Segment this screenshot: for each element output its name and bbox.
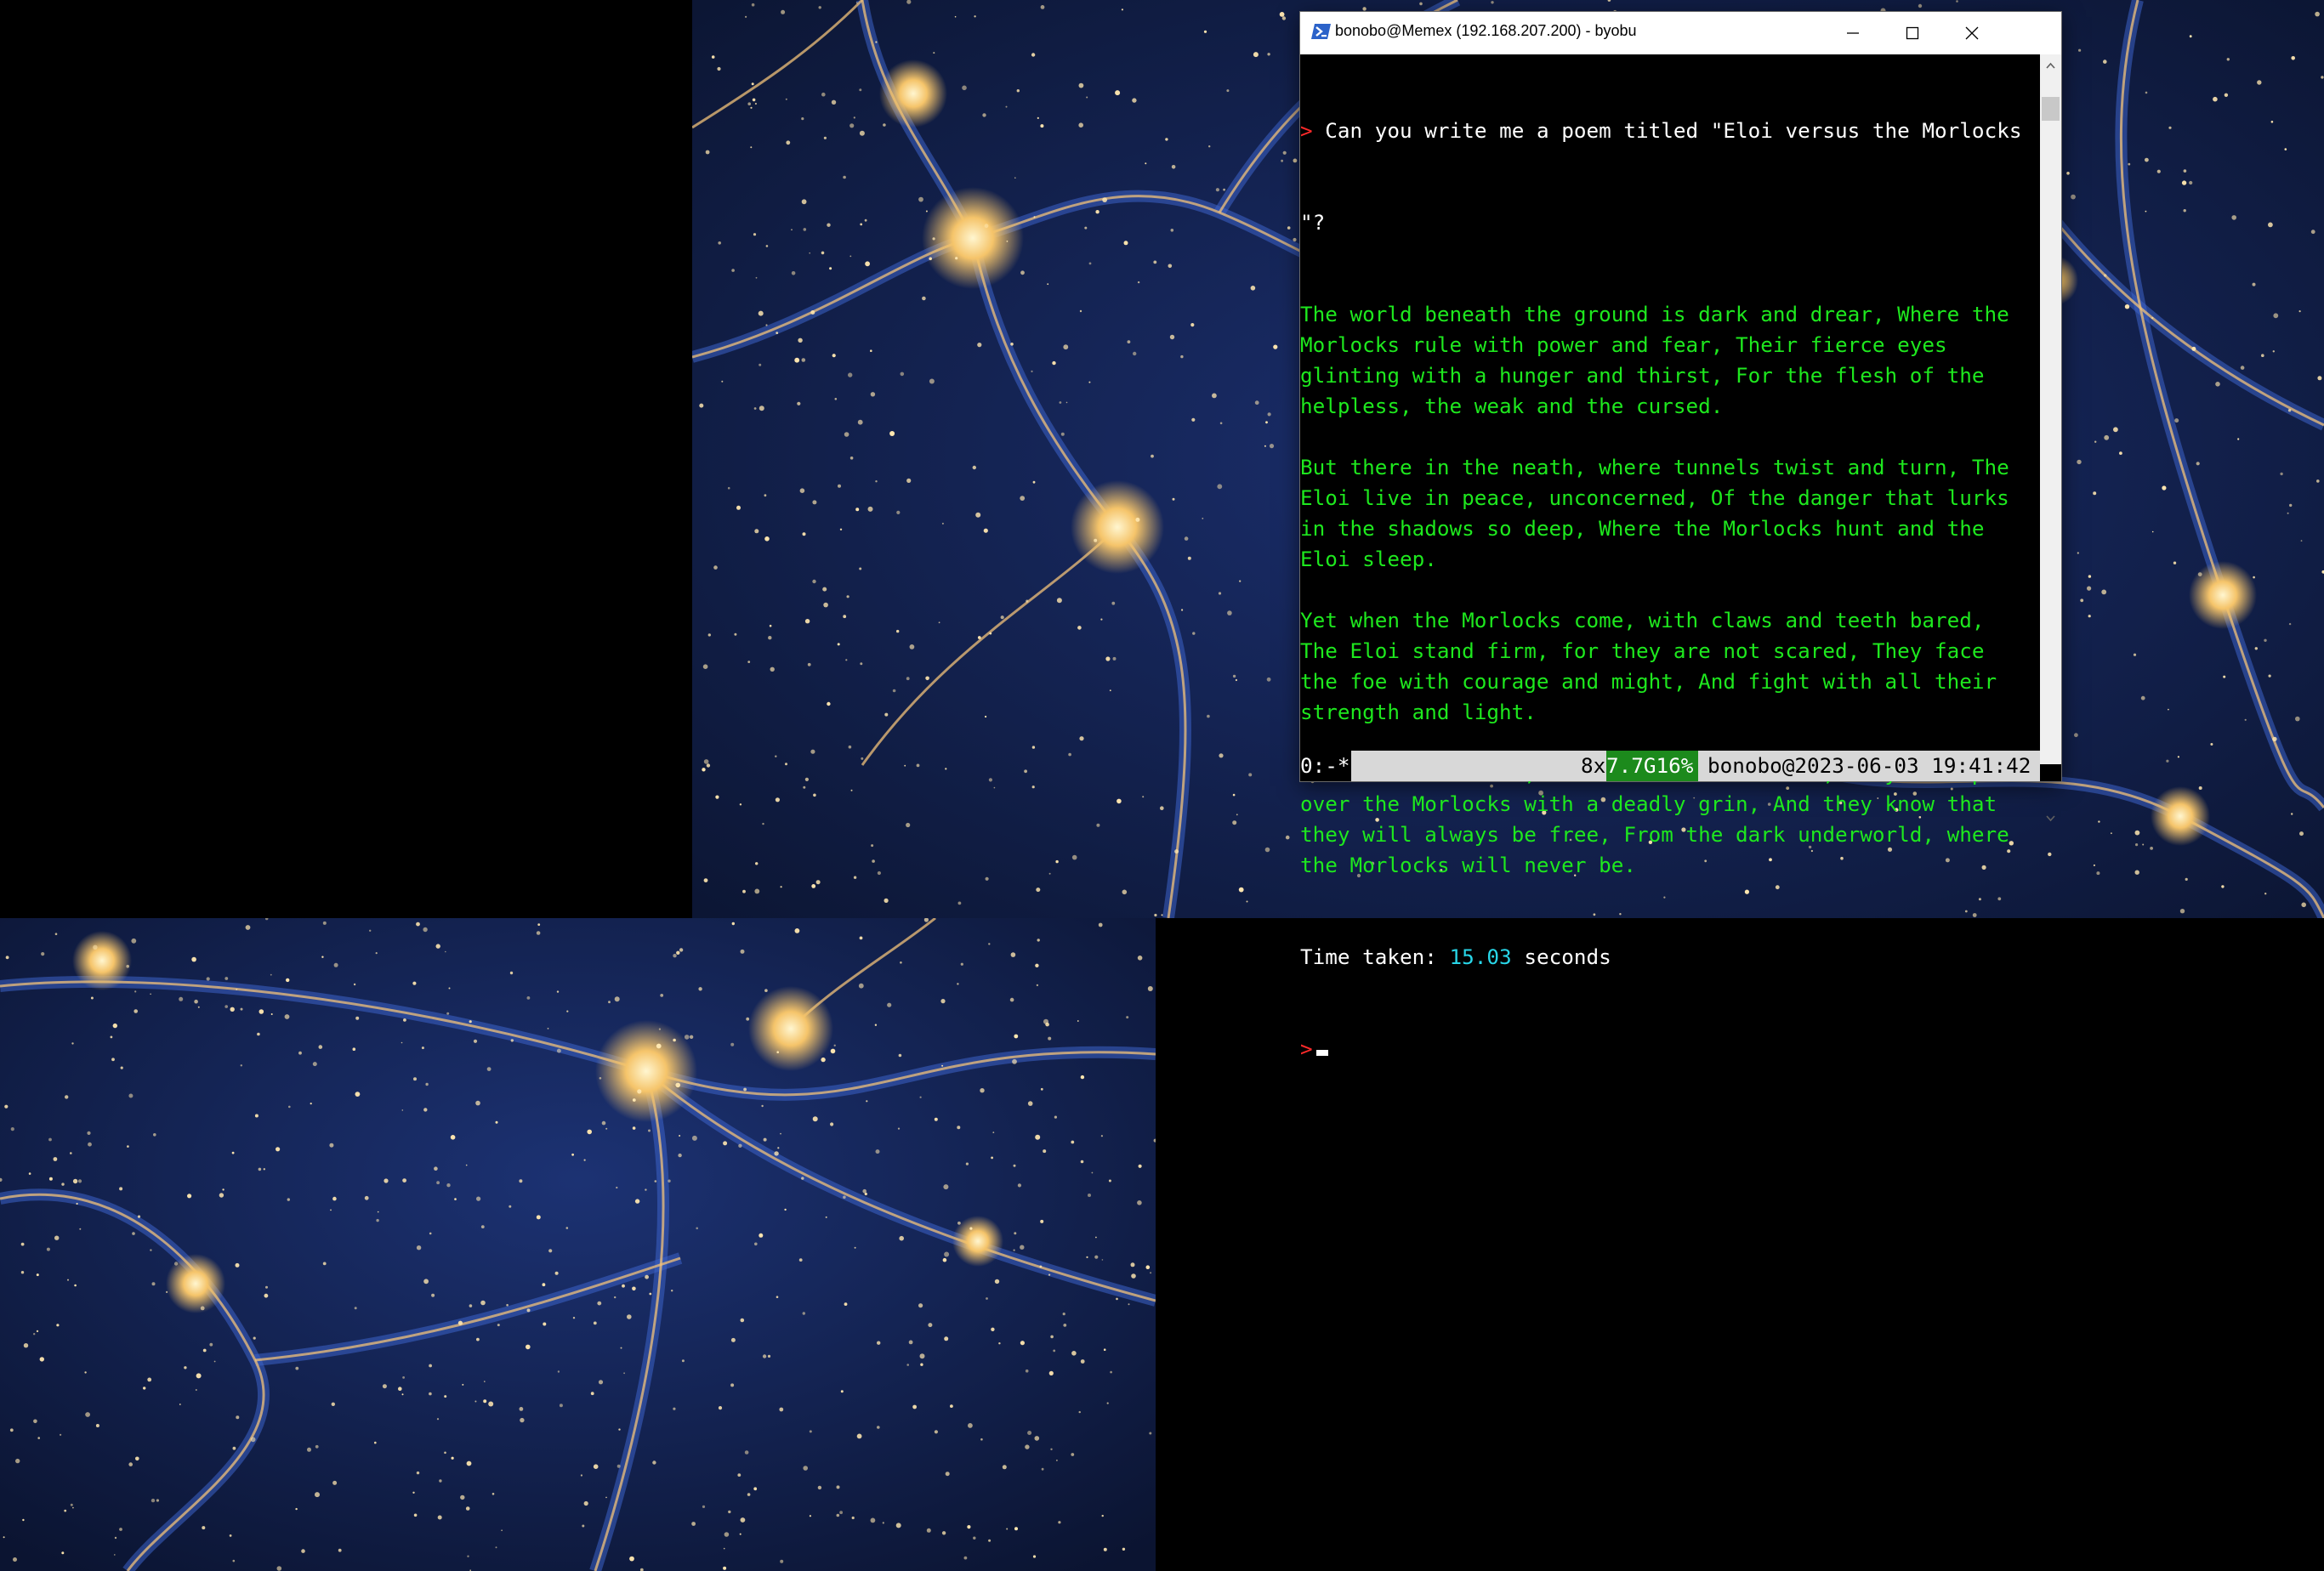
minimize-icon xyxy=(1847,32,1859,34)
input-prompt-line[interactable]: > xyxy=(1300,1034,2040,1064)
close-icon xyxy=(1965,26,1979,40)
output-line: glinting with a hunger and thirst, For t… xyxy=(1300,363,1985,388)
terminal-output[interactable]: > Can you write me a poem titled "Eloi v… xyxy=(1300,54,2040,1061)
time-value: 15.03 xyxy=(1449,944,1512,969)
prompt-symbol: > xyxy=(1300,1036,1313,1061)
status-memory: 7.7G16% xyxy=(1606,751,1698,781)
output-line: Morlocks rule with power and fear, Their… xyxy=(1300,332,1947,357)
powershell-icon xyxy=(1310,20,1332,43)
status-user-datetime: bonobo@2023-06-03 19:41:42 xyxy=(1707,753,2031,778)
output-line: in the shadows so deep, Where the Morloc… xyxy=(1300,516,1985,541)
output-line: Yet when the Morlocks come, with claws a… xyxy=(1300,608,1985,632)
output-line: The world beneath the ground is dark and… xyxy=(1300,302,2009,326)
terminal-window[interactable]: bonobo@Memex (192.168.207.200) - byobu >… xyxy=(1300,12,2061,1061)
output-line: Eloi live in peace, unconcerned, Of the … xyxy=(1300,485,2009,510)
cosmic-web-image xyxy=(0,918,1156,1571)
output-line: over the Morlocks with a deadly grin, An… xyxy=(1300,791,1997,816)
output-line: they will always be free, From the dark … xyxy=(1300,822,2009,847)
maximize-button[interactable] xyxy=(1883,12,1942,54)
command-line-continued: "? xyxy=(1300,207,2040,238)
time-unit: seconds xyxy=(1511,944,1611,969)
status-window-label[interactable]: 0:-* xyxy=(1300,751,1351,781)
output-line: helpless, the weak and the cursed. xyxy=(1300,394,1724,418)
window-title: bonobo@Memex (192.168.207.200) - byobu xyxy=(1335,22,1637,39)
command-line: > Can you write me a poem titled "Eloi v… xyxy=(1300,116,2040,146)
minimize-button[interactable] xyxy=(1823,12,1883,54)
status-cpu: 8x xyxy=(1581,753,1606,778)
byobu-status-bar: 0:-* 8x 7.7G16% bonobo@2023-06-03 19:41:… xyxy=(1300,751,2040,781)
output-line: strength and light. xyxy=(1300,700,1537,724)
output-line: the foe with courage and might, And figh… xyxy=(1300,669,1997,694)
command-text: Can you write me a poem titled "Eloi ver… xyxy=(1325,118,2022,143)
output-line: The Eloi stand firm, for they are not sc… xyxy=(1300,638,1985,663)
scroll-thumb[interactable] xyxy=(2042,97,2060,121)
scroll-up-icon[interactable] xyxy=(2040,56,2061,75)
time-taken-line: Time taken: 15.03 seconds xyxy=(1300,942,2040,973)
command-text-continued: "? xyxy=(1300,210,1326,235)
close-button[interactable] xyxy=(1942,12,2002,54)
vertical-scrollbar[interactable] xyxy=(2040,54,2061,822)
output-line: Eloi sleep. xyxy=(1300,547,1437,571)
poem-output: The world beneath the ground is dark and… xyxy=(1300,299,2040,881)
text-cursor xyxy=(1315,1050,1328,1056)
window-titlebar[interactable]: bonobo@Memex (192.168.207.200) - byobu xyxy=(1300,12,2061,54)
scroll-down-icon[interactable] xyxy=(2040,809,2061,828)
desktop-wallpaper-bottom xyxy=(0,918,1156,1571)
output-line: But there in the neath, where tunnels tw… xyxy=(1300,455,2009,479)
output-line: the Morlocks will never be. xyxy=(1300,853,1636,877)
maximize-icon xyxy=(1906,26,1919,40)
prompt-symbol: > xyxy=(1300,118,1313,143)
